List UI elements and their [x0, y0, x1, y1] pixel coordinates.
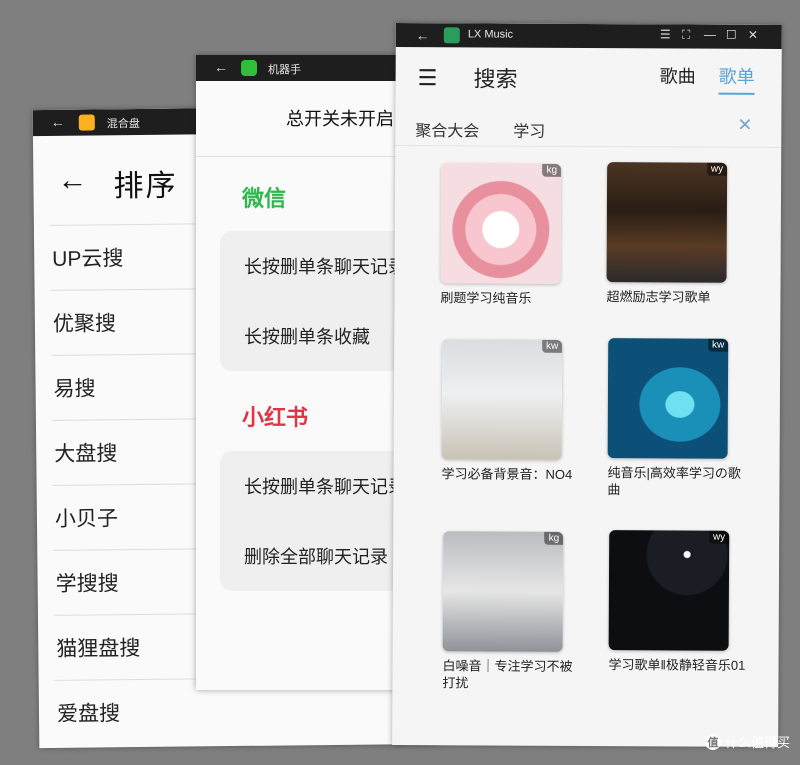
playlist-card[interactable]: wy 学习歌单‖极静轻音乐01	[608, 530, 759, 674]
titlebar-back-icon[interactable]: ←	[214, 59, 228, 75]
playlist-cover[interactable]: kw	[607, 338, 729, 459]
playlist-title[interactable]: 刷题学习纯音乐	[440, 289, 580, 307]
titlebar: ← LX Music ☰ ⛶ — ☐ ✕	[395, 22, 782, 50]
playlist-title[interactable]: 学习歌单‖极静轻音乐01	[608, 656, 748, 674]
playlist-title[interactable]: 纯音乐|高效率学习の歌曲	[607, 464, 747, 499]
playlist-card[interactable]: kg 刷题学习纯音乐	[440, 163, 591, 307]
list-item[interactable]: 猫狸盘搜	[53, 613, 200, 680]
maximize-icon[interactable]: ☐	[726, 28, 737, 42]
sort-list: UP云搜 优聚搜 易搜 大盘搜 小贝子 学搜搜 猫狸盘搜 爱盘搜	[49, 223, 201, 745]
watermark-text: 什么值得买	[724, 735, 790, 750]
playlist-title[interactable]: 白噪音｜专注学习不被打扰	[442, 657, 582, 692]
source-badge: kw	[707, 338, 729, 352]
close-icon[interactable]: ✕	[748, 28, 758, 42]
titlebar-title: LX Music	[467, 28, 514, 41]
playlist-cover[interactable]: kg	[442, 531, 564, 652]
titlebar-back-icon[interactable]: ←	[416, 27, 430, 43]
list-item[interactable]: 大盘搜	[51, 418, 198, 485]
playlist-cover[interactable]: kg	[440, 163, 562, 284]
playlist-card[interactable]: kg 白噪音｜专注学习不被打扰	[442, 531, 593, 692]
playlist-cover[interactable]: wy	[606, 162, 728, 283]
playlist-cover[interactable]: wy	[608, 530, 730, 651]
list-item[interactable]: 学搜搜	[53, 548, 199, 615]
watermark-logo-icon: 值	[704, 733, 721, 750]
list-item[interactable]: 优聚搜	[50, 288, 197, 355]
master-switch-label[interactable]: 总开关未开启	[286, 105, 394, 131]
playlist-title[interactable]: 超燃励志学习歌单	[606, 288, 746, 306]
tab-playlists[interactable]: 歌单	[718, 62, 755, 95]
search-input[interactable]: 学习	[513, 118, 545, 142]
source-badge: kg	[542, 163, 562, 177]
minimize-icon[interactable]: —	[704, 28, 716, 42]
playlist-cover[interactable]: kw	[441, 339, 563, 460]
titlebar-title: 混合盘	[106, 117, 140, 131]
clear-icon[interactable]: ✕	[737, 115, 752, 136]
menu-icon[interactable]: ☰	[660, 27, 671, 41]
fullscreen-icon[interactable]: ⛶	[682, 27, 690, 42]
source-badge: wy	[706, 162, 728, 176]
list-item[interactable]: 爱盘搜	[54, 678, 201, 745]
titlebar-title: 机器手	[268, 64, 301, 76]
section-title-wechat: 微信	[242, 186, 287, 211]
playlist-title[interactable]: 学习必备背景音：NO4	[441, 465, 581, 483]
header: ☰ 搜索 歌曲 歌单	[395, 47, 781, 107]
source-badge: wy	[708, 530, 730, 544]
watermark: 值 什么值得买	[704, 732, 790, 751]
app-icon	[78, 114, 95, 131]
titlebar-back-icon[interactable]: ←	[51, 114, 65, 130]
playlist-card[interactable]: kw 纯音乐|高效率学习の歌曲	[607, 338, 758, 499]
window-lx-music: ← LX Music ☰ ⛶ — ☐ ✕ ☰ 搜索 歌曲 歌单 聚合大会 学习 …	[392, 22, 782, 748]
list-item[interactable]: UP云搜	[49, 223, 196, 290]
source-selector[interactable]: 聚合大会	[415, 117, 479, 141]
tab-songs[interactable]: 歌曲	[660, 62, 696, 88]
back-arrow-icon[interactable]: ←	[57, 164, 87, 198]
app-icon	[443, 27, 460, 44]
page-title: 排序	[113, 169, 178, 204]
source-badge: kg	[544, 531, 564, 545]
list-item[interactable]: 小贝子	[52, 483, 199, 550]
page-title: 搜索	[473, 66, 518, 92]
section-title-xiaohongshu: 小红书	[242, 405, 309, 430]
search-bar: 聚合大会 学习 ✕	[395, 108, 782, 149]
playlist-card[interactable]: wy 超燃励志学习歌单	[606, 162, 757, 306]
list-item[interactable]: 易搜	[51, 353, 197, 420]
app-icon	[241, 60, 257, 76]
playlist-card[interactable]: kw 学习必备背景音：NO4	[441, 339, 592, 483]
hamburger-icon[interactable]: ☰	[418, 65, 438, 91]
source-badge: kw	[541, 339, 563, 353]
